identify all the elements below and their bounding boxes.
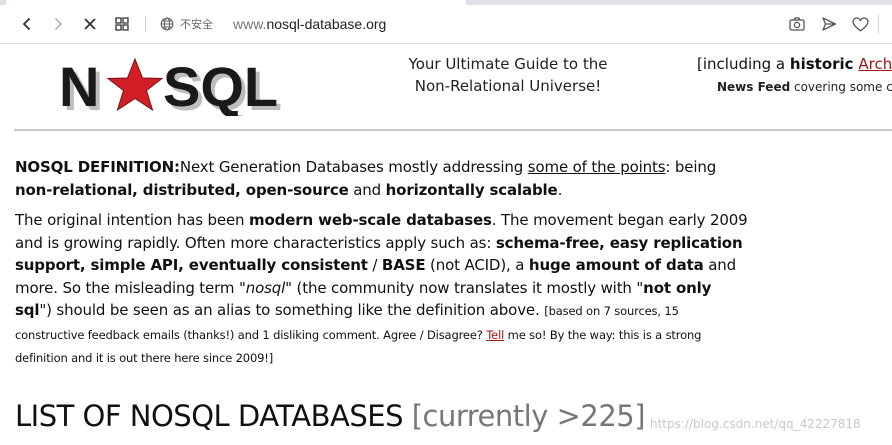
list-heading: LIST OF NOSQL DATABASES [currently >225] — [15, 396, 646, 436]
list-heading-count: [currently >225] — [411, 399, 646, 433]
favorite-button[interactable] — [849, 13, 871, 35]
tagline: Your Ultimate Guide to the Non-Relationa… — [380, 53, 636, 97]
newsfeed-text: covering some cha — [793, 80, 892, 94]
logo-sql: SQL — [163, 55, 278, 116]
address-separator — [145, 16, 146, 32]
list-heading-title: LIST OF NOSQL DATABASES — [15, 399, 404, 433]
intention-text-4: (not ACID), a — [425, 256, 529, 274]
archive-note: [including a historic Archive — [697, 53, 892, 75]
forward-button[interactable] — [47, 13, 69, 35]
logo-letter-n: N — [59, 55, 99, 116]
browser-toolbar: 不安全 www.nosql-database.org — [0, 5, 892, 44]
intention-text-3: / — [367, 256, 382, 274]
newsfeed-bold: News Feed — [717, 80, 791, 94]
tell-link[interactable]: Tell — [486, 328, 504, 342]
definition-text-4: . — [557, 180, 563, 199]
definition-bold-2: horizontally scalable — [385, 180, 558, 199]
definition-label: NOSQL DEFINITION: — [15, 158, 180, 176]
share-button[interactable] — [818, 13, 840, 35]
intention-paragraph: The original intention has been modern w… — [15, 209, 750, 370]
archive-bold: historic — [789, 55, 854, 73]
archive-link[interactable]: Archive — [858, 55, 892, 73]
web-page: N N SQL SQL Your Ultimate Guide to the N… — [0, 44, 892, 445]
definition-text-3: and — [348, 180, 386, 199]
url-domain: nosql-database.org — [266, 16, 387, 32]
address-bar[interactable]: 不安全 www.nosql-database.org — [160, 13, 720, 35]
toolbar-separator — [878, 15, 879, 33]
url-prefix: www. — [233, 16, 267, 32]
tagline-line-2: Non-Relational Universe! — [414, 77, 602, 95]
definition-text-1: Next Generation Databases mostly address… — [179, 158, 528, 176]
intention-bold-1: modern web-scale databases — [249, 211, 492, 229]
header-divider — [14, 129, 892, 131]
screenshot-button[interactable] — [786, 13, 808, 35]
definition-paragraph: NOSQL DEFINITION:Next Generation Databas… — [15, 156, 750, 201]
intention-text-7: ") should be seen as an alias to somethi… — [39, 301, 545, 319]
main-content: NOSQL DEFINITION:Next Generation Databas… — [15, 156, 750, 378]
intention-bold-3: BASE — [381, 256, 426, 274]
intention-text-6: (the community now translates it mostly … — [291, 278, 644, 297]
nosql-logo[interactable]: N N SQL SQL — [56, 54, 306, 116]
back-arrow-icon — [22, 17, 31, 31]
grid-icon — [115, 17, 129, 31]
close-icon — [84, 18, 96, 30]
definition-bold-1: non-relational, distributed, open-source — [15, 180, 349, 199]
intention-bold-4: huge amount of data — [528, 256, 704, 274]
url-text[interactable]: www.nosql-database.org — [233, 16, 386, 32]
send-icon — [822, 17, 837, 31]
archive-prefix: [including a — [697, 55, 790, 73]
forward-arrow-icon — [54, 17, 63, 31]
heart-icon — [851, 16, 869, 32]
star-icon — [106, 57, 164, 112]
intention-text-1: The original intention has been — [15, 211, 250, 229]
globe-icon[interactable] — [160, 17, 174, 31]
stop-button[interactable] — [79, 13, 101, 35]
back-button[interactable] — [16, 13, 38, 35]
newsfeed-note: News Feed covering some cha — [717, 77, 892, 97]
apps-button[interactable] — [111, 13, 133, 35]
intention-italic: "nosql" — [238, 278, 292, 297]
points-link[interactable]: some of the points — [528, 158, 666, 176]
definition-text-2: : being — [665, 158, 717, 176]
security-status[interactable]: 不安全 — [180, 16, 213, 32]
watermark: https://blog.csdn.net/qq_42227818 — [650, 417, 861, 431]
tagline-line-1: Your Ultimate Guide to the — [408, 55, 608, 73]
camera-icon — [789, 17, 805, 31]
